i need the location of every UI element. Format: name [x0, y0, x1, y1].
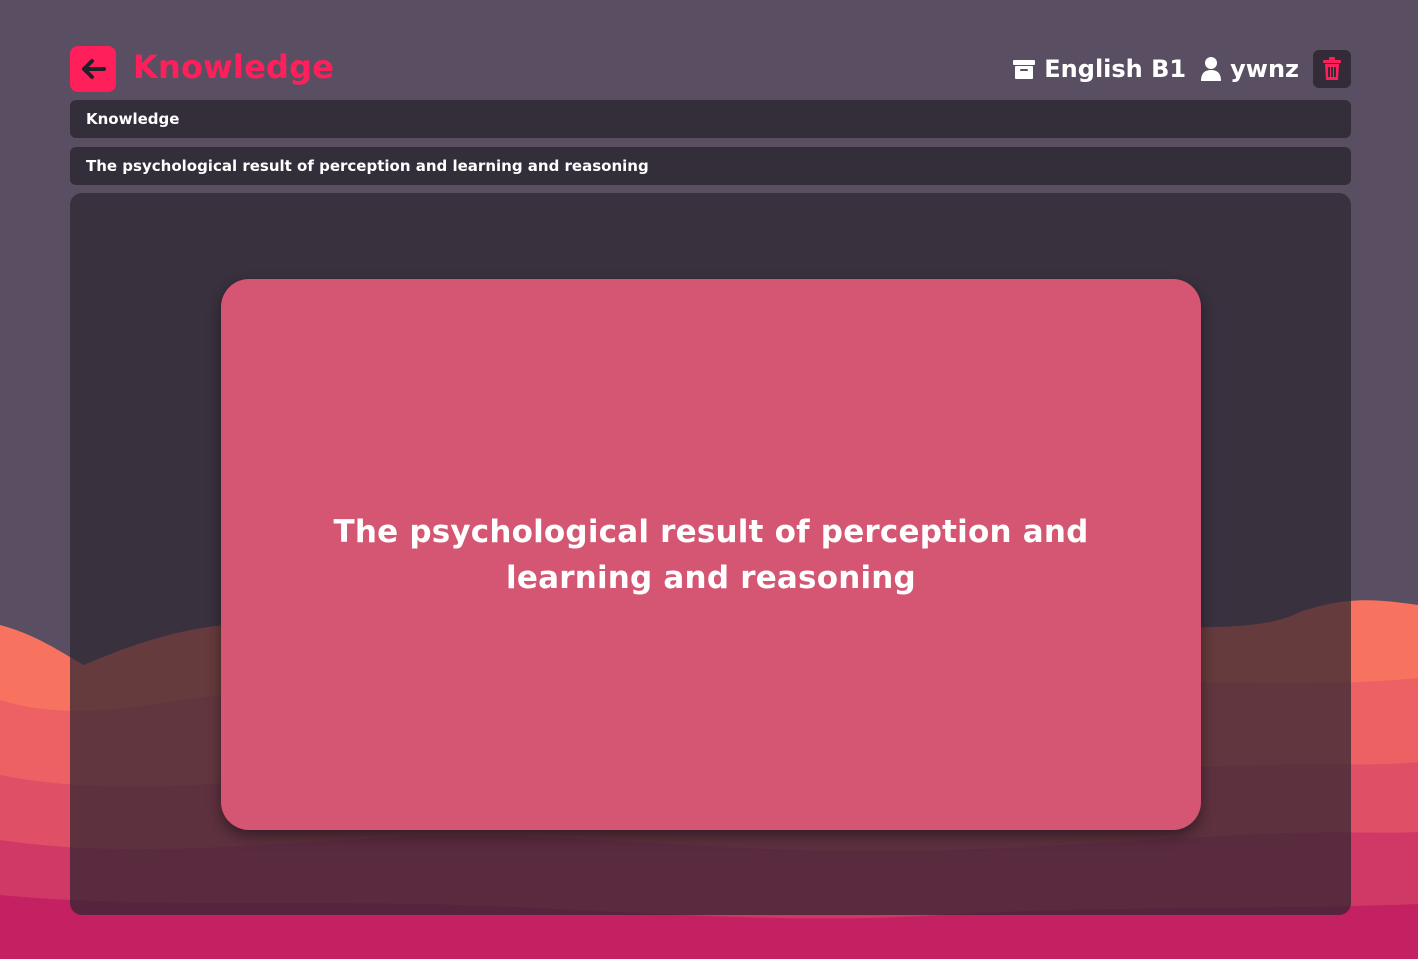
- page-title: Knowledge: [133, 48, 335, 86]
- category-bar: Knowledge: [70, 100, 1351, 138]
- username: ywnz: [1230, 55, 1299, 83]
- header-meta: English B1 ywnz: [1012, 50, 1351, 88]
- arrow-left-icon: [78, 54, 108, 84]
- archive-box-icon: [1012, 58, 1036, 80]
- description-label: The psychological result of perception a…: [86, 157, 649, 175]
- flashcard[interactable]: The psychological result of perception a…: [221, 279, 1201, 830]
- trash-icon: [1322, 57, 1342, 81]
- app-header: Knowledge English B1 ywnz: [70, 46, 1351, 92]
- user-label: ywnz: [1200, 54, 1299, 84]
- collection-name: English B1: [1044, 55, 1187, 83]
- user-icon: [1200, 56, 1222, 82]
- description-bar: The psychological result of perception a…: [70, 147, 1351, 185]
- category-label: Knowledge: [86, 110, 180, 128]
- back-button[interactable]: [70, 46, 116, 92]
- flashcard-text: The psychological result of perception a…: [333, 513, 1089, 596]
- collection-label: English B1: [1012, 54, 1186, 84]
- delete-button[interactable]: [1313, 50, 1351, 88]
